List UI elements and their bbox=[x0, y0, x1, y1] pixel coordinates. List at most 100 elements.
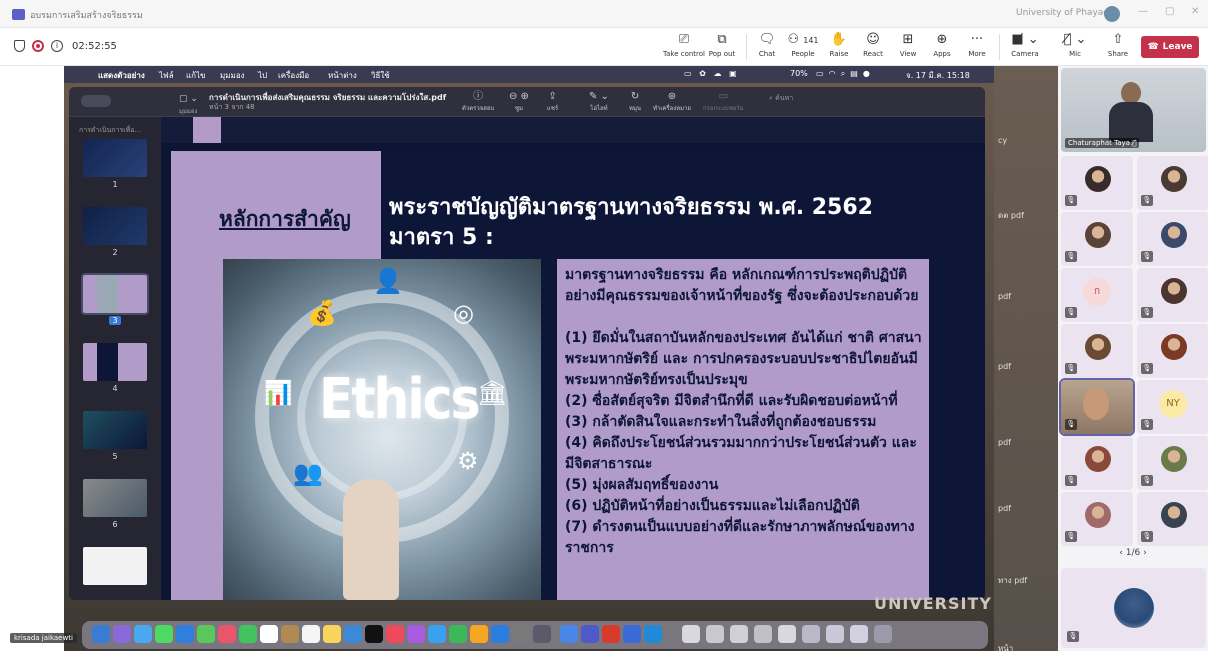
freeform-icon[interactable] bbox=[344, 625, 362, 643]
chat-button[interactable]: 🗨 Chat bbox=[753, 31, 781, 65]
window-thumb-icon[interactable] bbox=[682, 625, 700, 643]
notes-icon[interactable] bbox=[323, 625, 341, 643]
close-icon[interactable]: ✕ bbox=[1191, 6, 1199, 17]
fill-form-button[interactable]: ▭ กรอกแบบฟอร์ม bbox=[703, 91, 744, 113]
page-thumbnail[interactable] bbox=[83, 139, 147, 177]
view-menu-label[interactable]: มุมมอง bbox=[179, 106, 197, 116]
mic-button[interactable]: 🎙̸ ⌄ Mic bbox=[1058, 31, 1092, 65]
window-thumb-icon[interactable] bbox=[754, 625, 772, 643]
people-button[interactable]: ⚇ 141 People bbox=[786, 31, 820, 65]
pop-out-button[interactable]: ⧉ Pop out bbox=[706, 31, 738, 65]
info-icon[interactable]: i bbox=[51, 40, 63, 52]
page-thumbnail[interactable] bbox=[83, 547, 147, 585]
minimize-icon[interactable]: — bbox=[1138, 6, 1148, 17]
contacts-icon[interactable] bbox=[281, 625, 299, 643]
inspector-button[interactable]: ⓘ ตัวตรวจสอบ bbox=[462, 91, 494, 113]
page-thumbnail[interactable] bbox=[83, 207, 147, 245]
window-thumb-icon[interactable] bbox=[802, 625, 820, 643]
prev-page-icon[interactable]: ‹ bbox=[1119, 548, 1123, 558]
menu-window[interactable]: หน้าต่าง bbox=[328, 69, 357, 82]
active-speaker-tile[interactable]: Chaturaphat Taya 🎙̸ bbox=[1061, 68, 1206, 152]
participant-tile[interactable]: 🎙 bbox=[1061, 436, 1133, 490]
participant-tile[interactable]: 🎙 bbox=[1061, 212, 1133, 266]
page-thumbnail[interactable] bbox=[83, 343, 147, 381]
menu-help[interactable]: วิธีใช้ bbox=[371, 69, 390, 82]
finder-icon[interactable] bbox=[92, 625, 110, 643]
participant-tile[interactable]: 🎙 bbox=[1137, 436, 1208, 490]
share-doc-button[interactable]: ⇪ แชร์ bbox=[547, 91, 558, 113]
maps-icon[interactable] bbox=[197, 625, 215, 643]
search-field[interactable]: ⌕ ค้นหา bbox=[769, 93, 859, 104]
edge-icon[interactable] bbox=[644, 625, 662, 643]
trash-icon[interactable] bbox=[874, 625, 892, 643]
preview-app-icon[interactable] bbox=[533, 625, 551, 643]
mail-icon[interactable] bbox=[176, 625, 194, 643]
participant-tile[interactable]: 🎙 bbox=[1137, 212, 1208, 266]
participant-tile[interactable]: 🎙 bbox=[1137, 268, 1208, 322]
next-page-icon[interactable]: › bbox=[1143, 548, 1147, 558]
take-control-button[interactable]: ⎚ Take control bbox=[663, 31, 705, 65]
apps-button[interactable]: ⊕ Apps bbox=[928, 31, 956, 65]
reminders-icon[interactable] bbox=[302, 625, 320, 643]
user-avatar[interactable] bbox=[1104, 6, 1120, 22]
share-button[interactable]: ⇧ Share bbox=[1104, 31, 1132, 65]
react-button[interactable]: ☺ React bbox=[859, 31, 887, 65]
page-thumbnail[interactable] bbox=[83, 479, 147, 517]
window-thumb-icon[interactable] bbox=[826, 625, 844, 643]
messages-icon[interactable] bbox=[155, 625, 173, 643]
participant-tile[interactable]: 🎙 bbox=[1137, 324, 1208, 378]
org-switcher[interactable]: University of Phayao bbox=[1016, 8, 1109, 18]
camera-button[interactable]: ■̸ ⌄ Camera bbox=[1008, 31, 1042, 65]
menu-view[interactable]: มุมมอง bbox=[220, 69, 245, 82]
participant-tile[interactable]: 🎙 bbox=[1059, 378, 1135, 436]
word-icon[interactable] bbox=[623, 625, 641, 643]
page-thumbnail-selected[interactable] bbox=[81, 273, 149, 315]
numbers-icon[interactable] bbox=[449, 625, 467, 643]
highlight-button[interactable]: ✎ ⌄ ไฮไลท์ bbox=[589, 91, 609, 113]
menu-app[interactable]: แสดงตัวอย่าง bbox=[98, 69, 145, 82]
facetime-icon[interactable] bbox=[239, 625, 257, 643]
leave-button[interactable]: ☎ Leave bbox=[1141, 36, 1199, 58]
launchpad-icon[interactable] bbox=[113, 625, 131, 643]
keynote-icon[interactable] bbox=[491, 625, 509, 643]
music-icon[interactable] bbox=[386, 625, 404, 643]
self-view-tile[interactable]: 🎙 bbox=[1061, 568, 1206, 648]
window-thumb-icon[interactable] bbox=[778, 625, 796, 643]
tv-icon[interactable] bbox=[365, 625, 383, 643]
participant-tile[interactable]: NY 🎙 bbox=[1137, 380, 1208, 434]
zoom-button[interactable]: ⊖ ⊕ ซูม bbox=[509, 91, 529, 113]
participant-tile[interactable]: 🎙 bbox=[1061, 156, 1133, 210]
window-thumb-icon[interactable] bbox=[730, 625, 748, 643]
maximize-icon[interactable]: ▢ bbox=[1165, 6, 1174, 17]
teams-dock-icon[interactable] bbox=[581, 625, 599, 643]
menu-edit[interactable]: แก้ไข bbox=[186, 69, 206, 82]
office-icon[interactable] bbox=[602, 625, 620, 643]
participant-tile[interactable]: 🎙 bbox=[1137, 492, 1208, 546]
window-thumb-icon[interactable] bbox=[850, 625, 868, 643]
calendar-icon[interactable] bbox=[260, 625, 278, 643]
podcasts-icon[interactable] bbox=[407, 625, 425, 643]
traffic-lights[interactable] bbox=[81, 95, 111, 107]
menu-file[interactable]: ไฟล์ bbox=[159, 69, 174, 82]
safari-icon[interactable] bbox=[134, 625, 152, 643]
participant-tile[interactable]: ก 🎙 bbox=[1061, 268, 1133, 322]
more-button[interactable]: ··· More bbox=[963, 31, 991, 65]
app-store-icon[interactable] bbox=[428, 625, 446, 643]
settings-icon[interactable] bbox=[512, 625, 530, 643]
pages-icon[interactable] bbox=[470, 625, 488, 643]
raise-hand-button[interactable]: ✋ Raise bbox=[825, 31, 853, 65]
participant-tile[interactable]: 🎙 bbox=[1061, 324, 1133, 378]
chrome-icon[interactable] bbox=[560, 625, 578, 643]
rotate-button[interactable]: ↻ หมุน bbox=[629, 91, 641, 113]
menu-go[interactable]: ไป bbox=[258, 69, 267, 82]
sidebar-toggle-icon[interactable]: ▢ ⌄ bbox=[179, 94, 198, 104]
markup-button[interactable]: ⊛ ทำเครื่องหมาย bbox=[653, 91, 691, 113]
menu-tools[interactable]: เครื่องมือ bbox=[278, 69, 309, 82]
page-thumbnail[interactable] bbox=[83, 411, 147, 449]
participant-tile[interactable]: 🎙 bbox=[1137, 156, 1208, 210]
participant-tile[interactable]: 🎙 bbox=[1061, 492, 1133, 546]
view-button[interactable]: ⊞ View bbox=[894, 31, 922, 65]
window-thumb-icon[interactable] bbox=[706, 625, 724, 643]
photos-icon[interactable] bbox=[218, 625, 236, 643]
shield-icon[interactable] bbox=[14, 40, 25, 52]
